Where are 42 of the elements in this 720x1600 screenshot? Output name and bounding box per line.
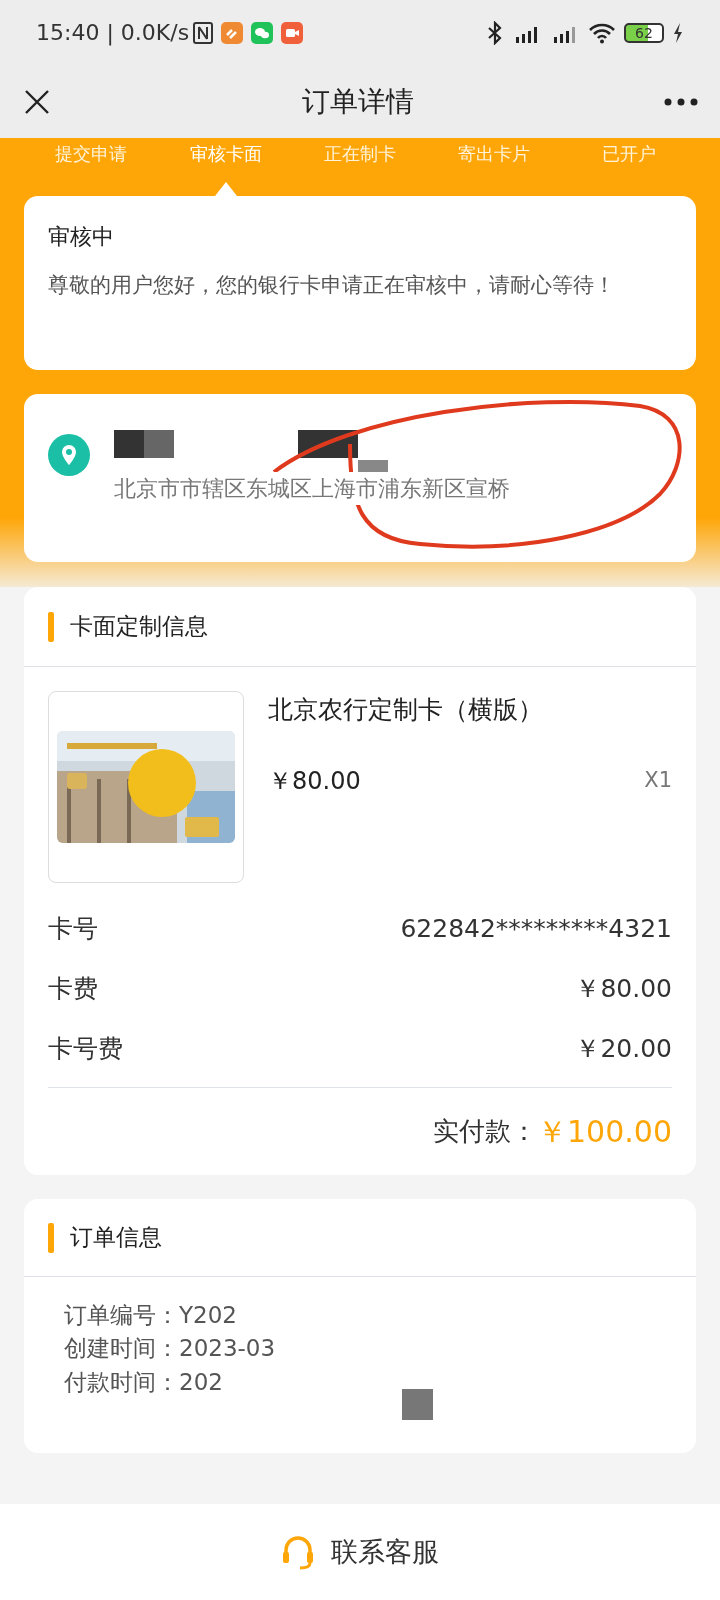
contact-service-button[interactable]: 联系客服 [281,1531,439,1573]
product-quantity: X1 [644,766,672,794]
section-marker [48,611,54,642]
product-price: ￥80.00 [268,765,361,797]
status-message: 尊敬的用户您好，您的银行卡申请正在审核中，请耐心等待！ [48,272,616,299]
progress-step: 已开户 [601,143,656,164]
charging-icon [672,21,684,44]
redaction-block [114,430,174,458]
product-name: 北京农行定制卡（横版） [268,694,544,726]
redaction-block [402,1389,433,1420]
bluetooth-icon [486,20,504,45]
location-icon [48,434,90,476]
address-text: 北京市市辖区东城区上海市浦东新区宣桥 [114,472,510,505]
status-title: 审核中 [48,223,115,251]
redaction-block [358,460,388,472]
section-marker [48,1222,54,1253]
total-amount: ￥100.00 [537,1113,672,1151]
page-title: 订单详情 [302,83,414,120]
more-icon [664,98,698,106]
wifi-icon [588,21,616,44]
info-row: 创建时间：2023-03 [64,1335,276,1362]
fee-value: ￥20.00 [575,1033,672,1066]
section-title: 订单信息 [70,1223,162,1253]
status-text: 15:40 | 0.0K/s [36,19,190,48]
info-row: 付款时间：202 [64,1368,223,1395]
progress-step: 寄出卡片 [458,143,531,164]
fee-value: 622842*********4321 [400,913,672,946]
headset-icon [281,1534,315,1570]
progress-step: 提交申请 [55,143,128,164]
progress-step: 正在制卡 [324,143,396,164]
app-icon [221,21,244,44]
chat-icon [251,21,274,44]
fee-label: 卡号费 [48,1033,123,1066]
total-label: 实付款： [433,1115,537,1148]
section-title: 卡面定制信息 [70,612,208,642]
nfc-icon [193,21,214,44]
fee-value: ￥80.00 [575,973,672,1006]
info-row: 订单编号：Y202 [64,1302,237,1328]
progress-step: 审核卡面 [189,143,262,164]
fee-label: 卡号 [48,913,98,946]
fee-label: 卡费 [48,973,98,1006]
camera-icon [281,21,304,44]
